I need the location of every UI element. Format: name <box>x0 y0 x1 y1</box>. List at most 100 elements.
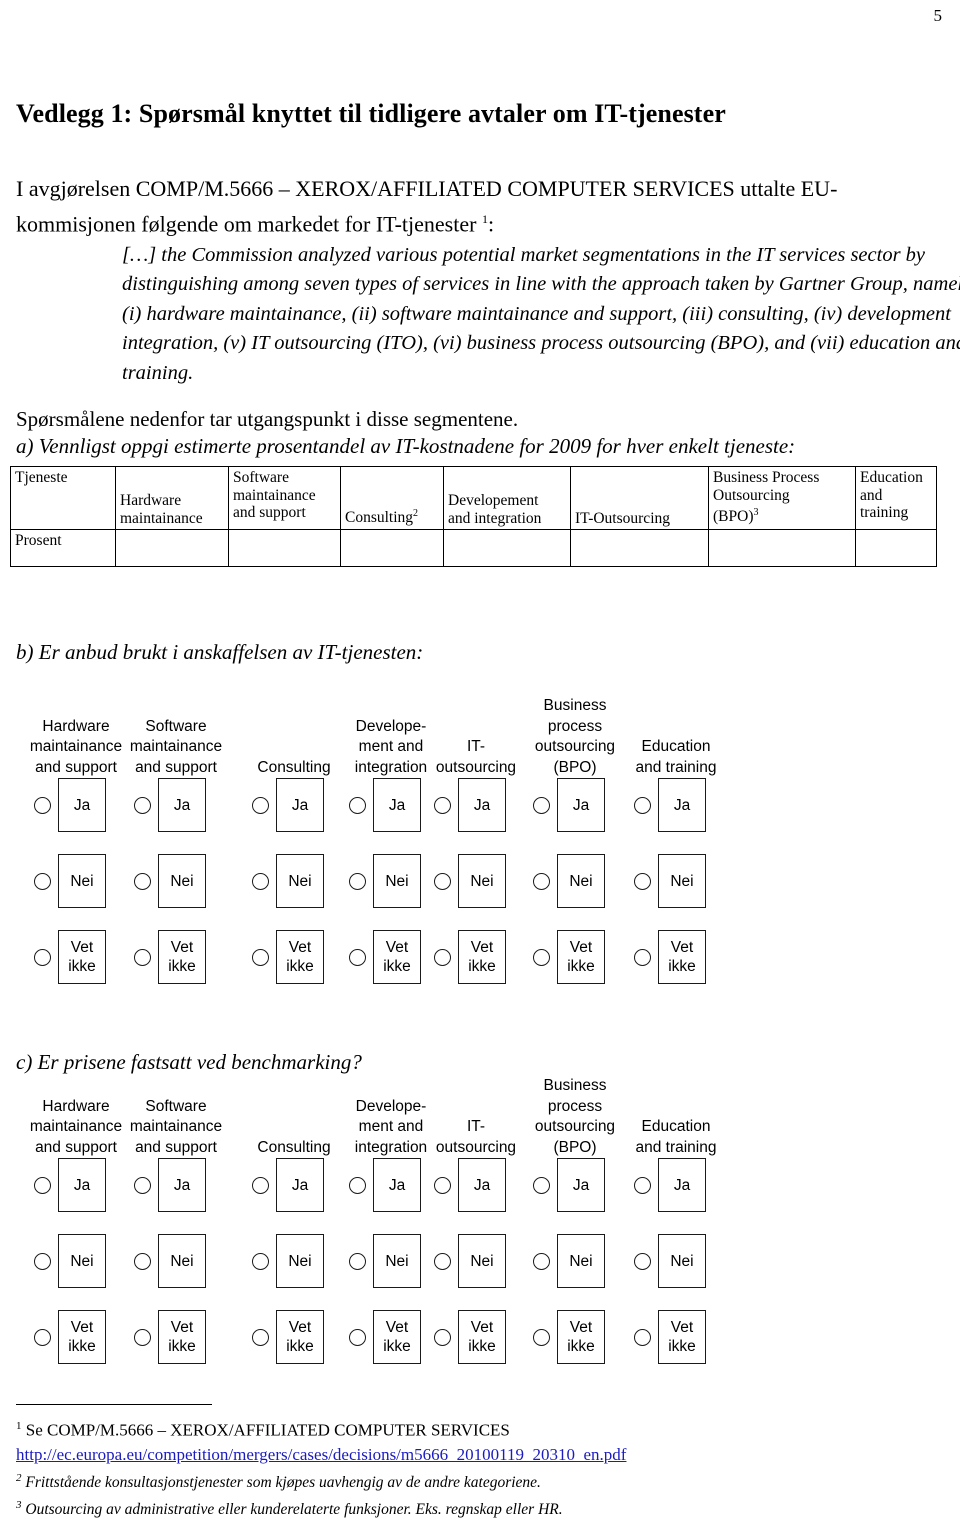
option-label-b-col4-nei[interactable]: Nei <box>458 854 506 908</box>
option-label-b-col6-vet-ikke[interactable]: Vet ikke <box>658 930 706 984</box>
option-label-c-col0-ja[interactable]: Ja <box>58 1158 106 1212</box>
option-label-b-col2-vet-ikke[interactable]: Vet ikke <box>276 930 324 984</box>
radio-group-b-col6-ja[interactable]: Ja <box>634 778 706 832</box>
radio-group-b-col4-nei[interactable]: Nei <box>434 854 506 908</box>
option-label-b-col5-ja[interactable]: Ja <box>557 778 605 832</box>
radio-group-b-col0-nei[interactable]: Nei <box>34 854 106 908</box>
radio-group-c-col6-ja[interactable]: Ja <box>634 1158 706 1212</box>
option-label-b-col4-vet-ikke[interactable]: Vet ikke <box>458 930 506 984</box>
radio-group-b-col2-ja[interactable]: Ja <box>252 778 324 832</box>
radio-group-c-col1-nei[interactable]: Nei <box>134 1234 206 1288</box>
radio-button-b-col6-vet-ikke[interactable] <box>634 948 651 966</box>
radio-group-c-col4-vet-ikke[interactable]: Vet ikke <box>434 1310 506 1364</box>
radio-group-b-col1-vet-ikke[interactable]: Vet ikke <box>134 930 206 984</box>
radio-group-b-col1-ja[interactable]: Ja <box>134 778 206 832</box>
radio-button-c-col6-ja[interactable] <box>634 1176 651 1194</box>
radio-group-c-col3-vet-ikke[interactable]: Vet ikke <box>349 1310 421 1364</box>
option-label-c-col5-vet-ikke[interactable]: Vet ikke <box>557 1310 605 1364</box>
radio-button-c-col3-ja[interactable] <box>349 1176 366 1194</box>
radio-button-c-col1-ja[interactable] <box>134 1176 151 1194</box>
option-label-b-col2-ja[interactable]: Ja <box>276 778 324 832</box>
option-label-b-col3-vet-ikke[interactable]: Vet ikke <box>373 930 421 984</box>
option-label-c-col3-ja[interactable]: Ja <box>373 1158 421 1212</box>
option-label-c-col5-nei[interactable]: Nei <box>557 1234 605 1288</box>
radio-button-b-col6-nei[interactable] <box>634 872 651 890</box>
radio-group-b-col6-vet-ikke[interactable]: Vet ikke <box>634 930 706 984</box>
radio-button-b-col1-ja[interactable] <box>134 796 151 814</box>
radio-button-b-col0-vet-ikke[interactable] <box>34 948 51 966</box>
radio-button-c-col4-ja[interactable] <box>434 1176 451 1194</box>
radio-button-c-col2-vet-ikke[interactable] <box>252 1328 269 1346</box>
option-label-c-col3-nei[interactable]: Nei <box>373 1234 421 1288</box>
radio-group-c-col3-ja[interactable]: Ja <box>349 1158 421 1212</box>
option-label-c-col6-vet-ikke[interactable]: Vet ikke <box>658 1310 706 1364</box>
option-label-c-col4-vet-ikke[interactable]: Vet ikke <box>458 1310 506 1364</box>
option-label-c-col6-nei[interactable]: Nei <box>658 1234 706 1288</box>
footnote-1-link[interactable]: http://ec.europa.eu/competition/mergers/… <box>16 1445 626 1464</box>
table-value-cell-3[interactable] <box>443 529 571 567</box>
radio-button-c-col3-vet-ikke[interactable] <box>349 1328 366 1346</box>
radio-group-c-col1-ja[interactable]: Ja <box>134 1158 206 1212</box>
radio-group-b-col5-nei[interactable]: Nei <box>533 854 605 908</box>
radio-button-c-col6-nei[interactable] <box>634 1252 651 1270</box>
radio-button-c-col4-nei[interactable] <box>434 1252 451 1270</box>
radio-group-b-col3-nei[interactable]: Nei <box>349 854 421 908</box>
radio-button-b-col3-ja[interactable] <box>349 796 366 814</box>
radio-group-b-col2-vet-ikke[interactable]: Vet ikke <box>252 930 324 984</box>
radio-button-c-col3-nei[interactable] <box>349 1252 366 1270</box>
table-value-cell-5[interactable] <box>708 529 856 567</box>
option-label-b-col2-nei[interactable]: Nei <box>276 854 324 908</box>
radio-button-b-col3-vet-ikke[interactable] <box>349 948 366 966</box>
option-label-b-col3-ja[interactable]: Ja <box>373 778 421 832</box>
option-label-c-col1-nei[interactable]: Nei <box>158 1234 206 1288</box>
radio-group-b-col2-nei[interactable]: Nei <box>252 854 324 908</box>
table-value-cell-4[interactable] <box>570 529 709 567</box>
option-label-b-col1-ja[interactable]: Ja <box>158 778 206 832</box>
radio-group-c-col5-ja[interactable]: Ja <box>533 1158 605 1212</box>
radio-group-c-col2-vet-ikke[interactable]: Vet ikke <box>252 1310 324 1364</box>
radio-group-c-col6-nei[interactable]: Nei <box>634 1234 706 1288</box>
radio-button-c-col1-nei[interactable] <box>134 1252 151 1270</box>
radio-button-c-col5-nei[interactable] <box>533 1252 550 1270</box>
option-label-c-col0-vet-ikke[interactable]: Vet ikke <box>58 1310 106 1364</box>
option-label-c-col2-ja[interactable]: Ja <box>276 1158 324 1212</box>
radio-group-b-col5-ja[interactable]: Ja <box>533 778 605 832</box>
radio-button-b-col5-ja[interactable] <box>533 796 550 814</box>
radio-button-c-col4-vet-ikke[interactable] <box>434 1328 451 1346</box>
radio-group-b-col3-ja[interactable]: Ja <box>349 778 421 832</box>
radio-button-c-col2-nei[interactable] <box>252 1252 269 1270</box>
radio-button-b-col4-vet-ikke[interactable] <box>434 948 451 966</box>
radio-group-b-col0-ja[interactable]: Ja <box>34 778 106 832</box>
radio-button-b-col1-vet-ikke[interactable] <box>134 948 151 966</box>
radio-button-b-col2-ja[interactable] <box>252 796 269 814</box>
radio-button-b-col0-ja[interactable] <box>34 796 51 814</box>
radio-group-c-col4-nei[interactable]: Nei <box>434 1234 506 1288</box>
radio-button-c-col2-ja[interactable] <box>252 1176 269 1194</box>
radio-group-c-col0-ja[interactable]: Ja <box>34 1158 106 1212</box>
radio-group-c-col6-vet-ikke[interactable]: Vet ikke <box>634 1310 706 1364</box>
radio-button-c-col0-ja[interactable] <box>34 1176 51 1194</box>
option-label-b-col5-vet-ikke[interactable]: Vet ikke <box>557 930 605 984</box>
radio-button-b-col5-vet-ikke[interactable] <box>533 948 550 966</box>
radio-button-c-col5-vet-ikke[interactable] <box>533 1328 550 1346</box>
radio-button-b-col6-ja[interactable] <box>634 796 651 814</box>
radio-group-c-col5-nei[interactable]: Nei <box>533 1234 605 1288</box>
option-label-c-col0-nei[interactable]: Nei <box>58 1234 106 1288</box>
radio-button-c-col0-nei[interactable] <box>34 1252 51 1270</box>
option-label-b-col0-ja[interactable]: Ja <box>58 778 106 832</box>
option-label-b-col5-nei[interactable]: Nei <box>557 854 605 908</box>
radio-group-b-col3-vet-ikke[interactable]: Vet ikke <box>349 930 421 984</box>
radio-group-c-col2-nei[interactable]: Nei <box>252 1234 324 1288</box>
radio-group-b-col4-ja[interactable]: Ja <box>434 778 506 832</box>
radio-group-c-col2-ja[interactable]: Ja <box>252 1158 324 1212</box>
option-label-c-col3-vet-ikke[interactable]: Vet ikke <box>373 1310 421 1364</box>
table-value-cell-1[interactable] <box>228 529 341 567</box>
radio-group-c-col0-vet-ikke[interactable]: Vet ikke <box>34 1310 106 1364</box>
table-value-cell-6[interactable] <box>855 529 937 567</box>
option-label-b-col0-nei[interactable]: Nei <box>58 854 106 908</box>
option-label-c-col2-nei[interactable]: Nei <box>276 1234 324 1288</box>
radio-group-c-col1-vet-ikke[interactable]: Vet ikke <box>134 1310 206 1364</box>
option-label-c-col2-vet-ikke[interactable]: Vet ikke <box>276 1310 324 1364</box>
radio-button-b-col4-nei[interactable] <box>434 872 451 890</box>
radio-button-b-col2-nei[interactable] <box>252 872 269 890</box>
